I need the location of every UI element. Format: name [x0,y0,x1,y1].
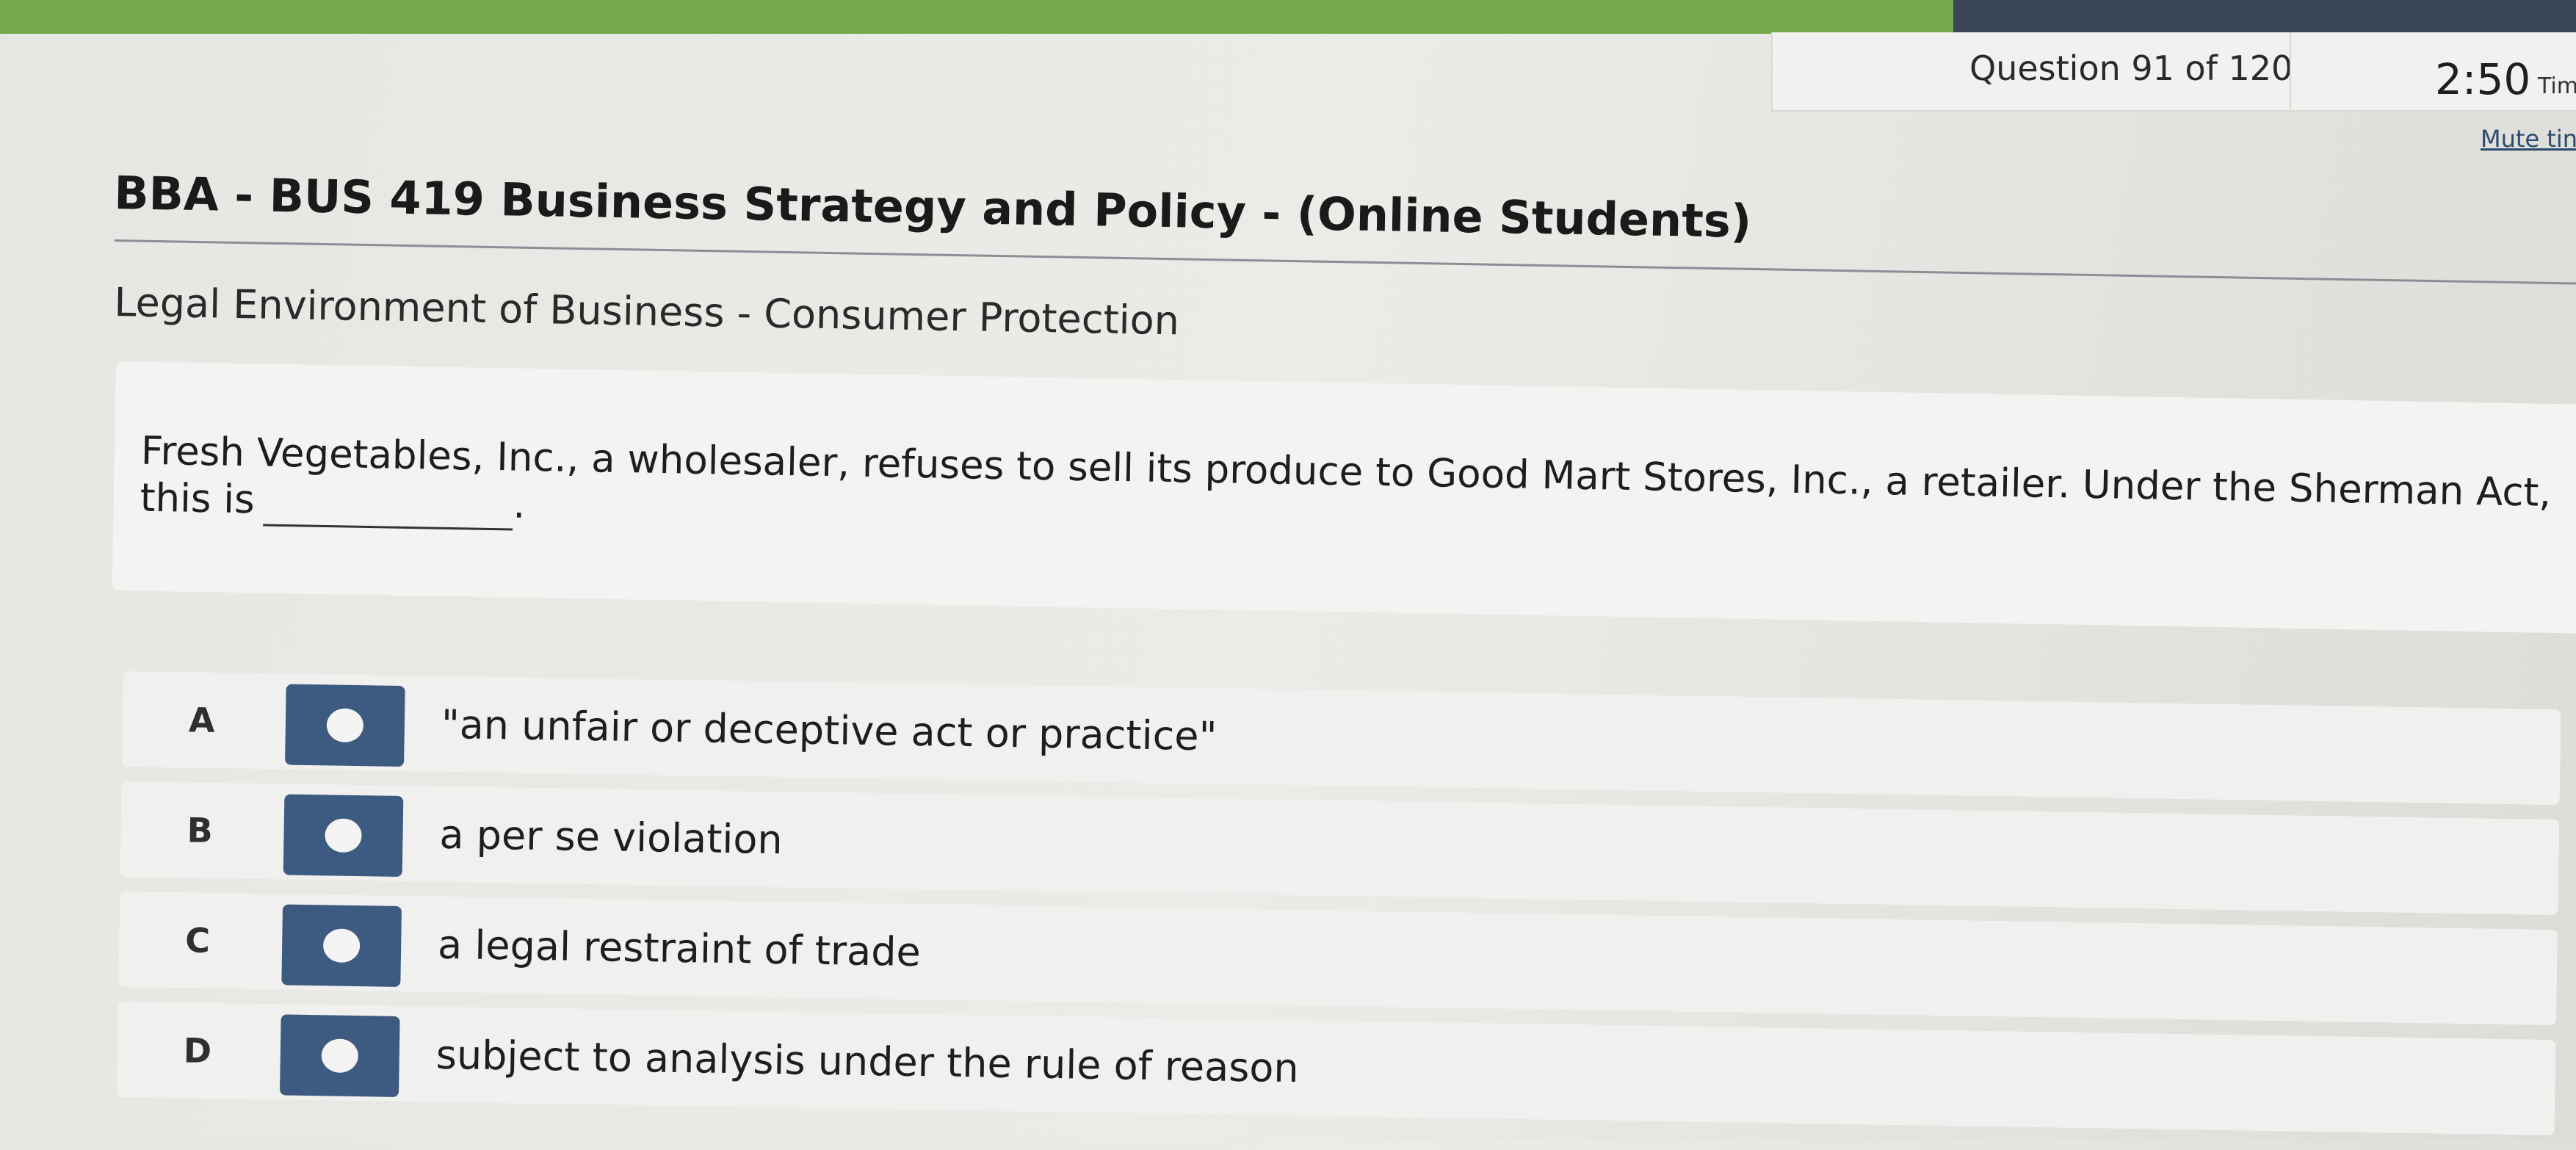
option-text: a per se violation [439,811,784,864]
exam-progress-bar [0,0,2576,34]
option-letter: B [187,810,214,850]
question-end: . [513,482,526,527]
timer-value: 2:50 [2435,54,2531,104]
radio-dot-icon [322,928,361,963]
question-counter-panel: Question 91 of 120 [1771,32,2293,112]
topic-subtitle: Legal Environment of Business - Consumer… [113,279,1180,344]
option-a[interactable]: A "an unfair or deceptive act or practic… [121,671,2561,806]
option-d[interactable]: D subject to analysis under the rule of … [116,1001,2556,1136]
option-d-radio-button[interactable] [279,1014,400,1097]
option-a-radio-button[interactable] [285,684,405,767]
option-letter: D [183,1030,212,1071]
progress-remaining [1953,0,2576,34]
radio-dot-icon [321,1038,359,1074]
course-title: BBA - BUS 419 Business Strategy and Poli… [113,166,1752,248]
answer-options: A "an unfair or deceptive act or practic… [116,671,2561,1150]
option-text: "an unfair or deceptive act or practice" [441,701,1218,760]
title-divider [114,239,2576,286]
radio-dot-icon [326,708,364,743]
option-b-radio-button[interactable] [283,794,404,877]
option-text: a legal restraint of trade [437,921,922,976]
timer-panel: 2:50 Tim [2290,32,2576,112]
option-c-radio-button[interactable] [281,904,402,987]
question-text: Fresh Vegetables, Inc., a wholesaler, re… [140,428,2564,567]
progress-fill [0,0,1953,34]
option-letter: A [188,700,215,740]
mute-timer-link[interactable]: Mute tin [2481,125,2576,153]
answer-blank [263,477,514,531]
radio-dot-icon [325,818,362,853]
timer-label: Tim [2538,73,2576,99]
option-text: subject to analysis under the rule of re… [435,1031,1300,1092]
question-counter: Question 91 of 120 [1969,48,2293,88]
option-letter: C [184,920,211,961]
option-b[interactable]: B a per se violation [120,781,2560,916]
option-c[interactable]: C a legal restraint of trade [118,891,2558,1026]
question-box: Fresh Vegetables, Inc., a wholesaler, re… [112,361,2576,634]
